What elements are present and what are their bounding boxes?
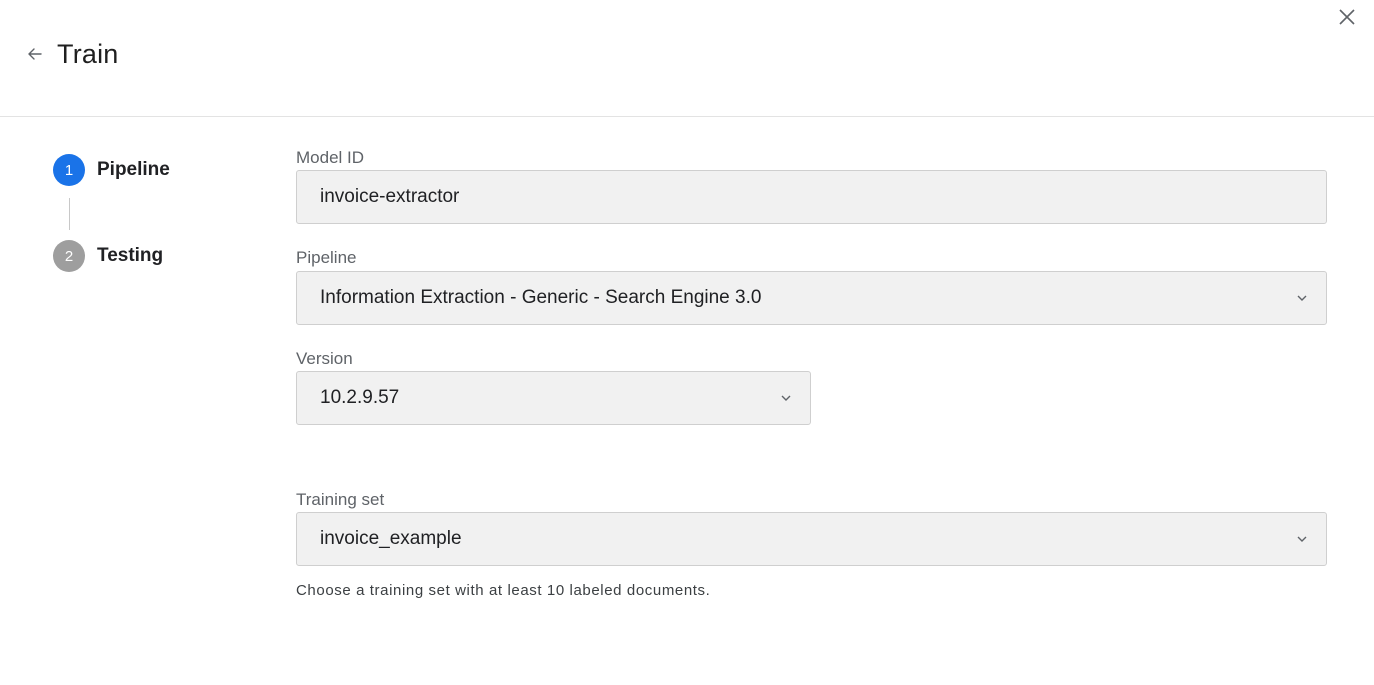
back-button[interactable] bbox=[26, 45, 44, 63]
pipeline-label: Pipeline bbox=[296, 248, 357, 267]
training-set-label: Training set bbox=[296, 490, 385, 509]
train-dialog: Train 1 Pipeline 2 Testing Model ID invo… bbox=[0, 0, 1374, 685]
step-testing[interactable]: 2 Testing bbox=[53, 240, 163, 272]
model-id-value: invoice-extractor bbox=[320, 186, 460, 207]
model-id-field[interactable]: invoice-extractor bbox=[296, 170, 1327, 224]
chevron-down-icon bbox=[1297, 295, 1307, 301]
dialog-header: Train bbox=[0, 0, 1374, 117]
pipeline-select[interactable]: Information Extraction - Generic - Searc… bbox=[296, 271, 1327, 325]
pipeline-value: Information Extraction - Generic - Searc… bbox=[320, 287, 762, 308]
step-pipeline[interactable]: 1 Pipeline bbox=[53, 154, 170, 186]
version-label: Version bbox=[296, 349, 353, 368]
arrow-left-icon bbox=[28, 48, 42, 60]
version-value: 10.2.9.57 bbox=[320, 387, 400, 408]
step-label: Testing bbox=[97, 245, 164, 266]
model-id-label: Model ID bbox=[296, 148, 365, 167]
step-number-badge: 1 bbox=[53, 154, 85, 186]
step-label: Pipeline bbox=[97, 159, 170, 180]
chevron-down-icon bbox=[781, 395, 791, 401]
step-connector bbox=[69, 198, 70, 230]
chevron-down-icon bbox=[1297, 536, 1307, 542]
step-number-badge: 2 bbox=[53, 240, 85, 272]
training-set-select[interactable]: invoice_example bbox=[296, 512, 1327, 566]
version-select[interactable]: 10.2.9.57 bbox=[296, 371, 811, 425]
training-set-value: invoice_example bbox=[320, 528, 462, 549]
page-title: Train bbox=[57, 39, 119, 69]
training-set-helper-text: Choose a training set with at least 10 l… bbox=[296, 582, 711, 599]
